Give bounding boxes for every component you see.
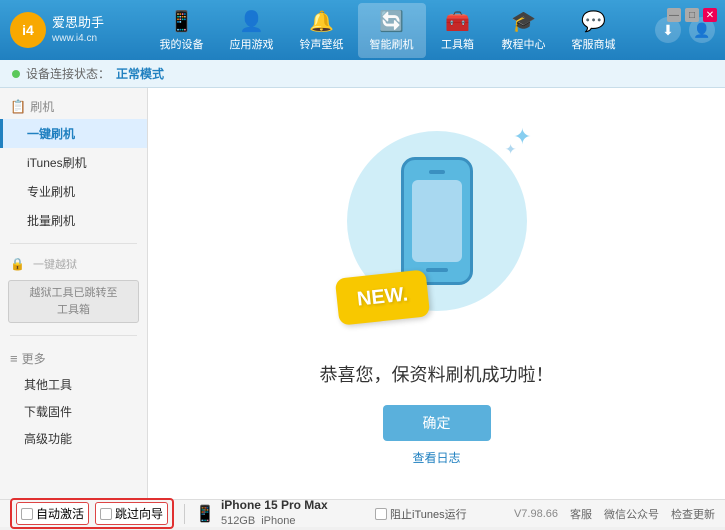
nav-item-apps[interactable]: 👤 应用游戏	[218, 3, 286, 58]
nav-item-service[interactable]: 💬 客服商城	[560, 3, 628, 58]
bottom-left: 自动激活 跳过向导 📱 iPhone 15 Pro Max 512GB iPho…	[10, 497, 328, 529]
sidebar-divider-2	[10, 335, 137, 336]
success-message: 恭喜您，保资料刷机成功啦！	[320, 361, 554, 387]
sidebar-item-other-tools[interactable]: 其他工具	[0, 371, 147, 398]
window-controls: — □ ✕	[667, 8, 717, 22]
guide-activate-label[interactable]: 跳过向导	[95, 502, 168, 525]
nav-bar: 📱 我的设备 👤 应用游戏 🔔 铃声壁纸 🔄 智能刷机 🧰 工具箱 🎓 教程中心…	[120, 3, 655, 58]
sidebar-item-pro-flash[interactable]: 专业刷机	[0, 177, 147, 206]
view-log-link[interactable]: 查看日志	[412, 449, 460, 466]
status-bar: 设备连接状态： 正常模式	[0, 60, 725, 88]
nav-item-ringtones[interactable]: 🔔 铃声壁纸	[288, 3, 356, 58]
new-badge: NEW.	[334, 269, 430, 325]
sidebar-section-flash-header: 📋 刷机	[0, 92, 147, 119]
close-button[interactable]: ✕	[703, 8, 717, 22]
apps-icon: 👤	[239, 9, 264, 34]
nav-item-smart-flash[interactable]: 🔄 智能刷机	[358, 3, 426, 58]
minimize-button[interactable]: —	[667, 8, 681, 22]
phone-screen	[412, 180, 462, 262]
smart-flash-icon: 🔄	[379, 9, 404, 34]
confirm-button[interactable]: 确定	[383, 405, 491, 441]
auto-activate-label[interactable]: 自动激活	[16, 502, 89, 525]
itunes-checkbox[interactable]	[375, 508, 387, 520]
success-illustration: NEW. ✦ ✦	[337, 121, 537, 341]
my-device-icon: 📱	[169, 9, 194, 34]
nav-item-tutorials[interactable]: 🎓 教程中心	[490, 3, 558, 58]
sidebar-section-more: ≡ 更多 其他工具 下载固件 高级功能	[0, 340, 147, 456]
device-text: iPhone 15 Pro Max 512GB iPhone	[221, 497, 328, 529]
sidebar-item-download-firmware[interactable]: 下载固件	[0, 398, 147, 425]
phone-speaker	[429, 170, 445, 174]
jailbreak-notice: 越狱工具已跳转至工具箱	[8, 280, 139, 323]
nav-item-toolbox[interactable]: 🧰 工具箱	[428, 3, 488, 58]
guide-activate-checkbox[interactable]	[100, 508, 112, 520]
phone-illustration	[401, 157, 473, 285]
content-area: NEW. ✦ ✦ 恭喜您，保资料刷机成功啦！ 确定 查看日志	[148, 88, 725, 499]
device-info: 📱 iPhone 15 Pro Max 512GB iPhone	[195, 497, 328, 529]
sidebar-item-itunes-flash[interactable]: iTunes刷机	[0, 148, 147, 177]
sparkle-icon-2: ✦	[505, 141, 517, 158]
device-phone-icon: 📱	[195, 504, 215, 524]
sidebar-item-batch-flash[interactable]: 批量刷机	[0, 206, 147, 235]
logo-icon: i4	[10, 12, 46, 48]
sidebar-item-advanced[interactable]: 高级功能	[0, 425, 147, 452]
bottom-divider	[184, 504, 185, 524]
auto-activate-checkbox[interactable]	[21, 508, 33, 520]
sidebar-section-flash: 📋 刷机 一键刷机 iTunes刷机 专业刷机 批量刷机	[0, 88, 147, 239]
bottom-right: V7.98.66 客服 微信公众号 检查更新	[514, 506, 715, 522]
ringtones-icon: 🔔	[309, 9, 334, 34]
flash-section-icon: 📋	[10, 99, 26, 115]
nav-item-my-device[interactable]: 📱 我的设备	[148, 3, 216, 58]
sidebar-section-jailbreak: 🔒 一键越狱 越狱工具已跳转至工具箱	[0, 248, 147, 331]
activation-options: 自动激活 跳过向导	[10, 498, 174, 529]
sidebar-more-header: ≡ 更多	[0, 344, 147, 371]
wechat-link[interactable]: 微信公众号	[604, 506, 659, 522]
customer-service-link[interactable]: 客服	[570, 506, 592, 522]
sidebar-jailbreak-header: 🔒 一键越狱	[0, 252, 147, 276]
more-section-icon: ≡	[10, 351, 18, 366]
toolbox-icon: 🧰	[445, 9, 470, 34]
sidebar-divider-1	[10, 243, 137, 244]
logo-text: 爱思助手 www.i4.cn	[52, 15, 104, 45]
service-icon: 💬	[581, 9, 606, 34]
status-indicator	[12, 70, 20, 78]
maximize-button[interactable]: □	[685, 8, 699, 22]
sidebar: 📋 刷机 一键刷机 iTunes刷机 专业刷机 批量刷机 🔒 一键越狱 越狱工具…	[0, 88, 148, 499]
main-layout: 📋 刷机 一键刷机 iTunes刷机 专业刷机 批量刷机 🔒 一键越狱 越狱工具…	[0, 88, 725, 499]
check-update-link[interactable]: 检查更新	[671, 506, 715, 522]
bottom-bar: 自动激活 跳过向导 📱 iPhone 15 Pro Max 512GB iPho…	[0, 499, 725, 527]
sidebar-item-one-click[interactable]: 一键刷机	[0, 119, 147, 148]
tutorials-icon: 🎓	[511, 9, 536, 34]
phone-home-btn	[426, 268, 448, 272]
logo-area: i4 爱思助手 www.i4.cn	[10, 12, 120, 48]
header: i4 爱思助手 www.i4.cn 📱 我的设备 👤 应用游戏 🔔 铃声壁纸 🔄…	[0, 0, 725, 60]
lock-icon: 🔒	[10, 257, 25, 271]
itunes-check: 阻止iTunes运行	[375, 506, 467, 522]
